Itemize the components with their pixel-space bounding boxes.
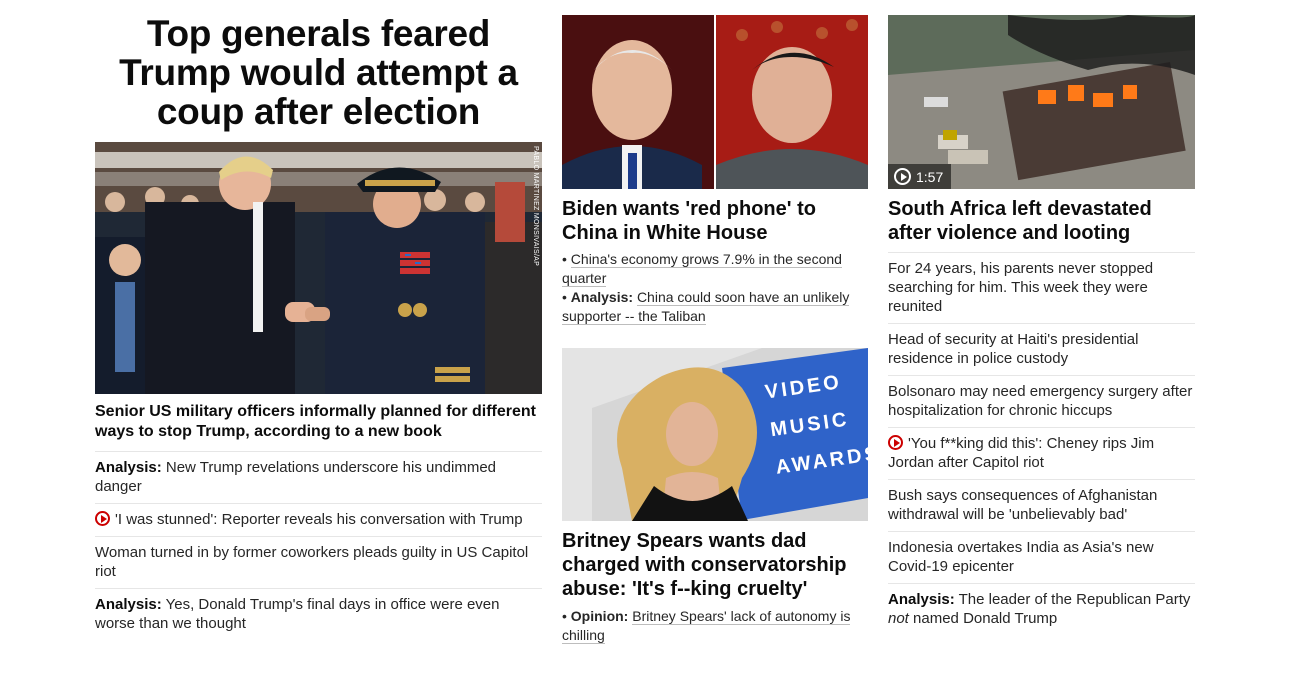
play-video-icon xyxy=(95,511,110,526)
story2-bullets: • Opinion: Britney Spears' lack of auton… xyxy=(562,607,868,645)
warehouse-fire-image xyxy=(888,15,1195,189)
list-item-text: The leader of the Republican Party xyxy=(958,591,1191,608)
list-item[interactable]: For 24 years, his parents never stopped … xyxy=(888,252,1195,323)
list-item-text: Bush says consequences of Afghanistan wi… xyxy=(888,487,1158,523)
biden-xi-image xyxy=(562,15,868,189)
south-africa-headline-link[interactable]: South Africa left devastated after viole… xyxy=(888,197,1195,252)
play-icon xyxy=(894,168,911,185)
analysis-label: Analysis: xyxy=(95,459,162,476)
bullet-link[interactable]: • China's economy grows 7.9% in the seco… xyxy=(562,250,868,288)
related-list: Analysis: New Trump revelations undersco… xyxy=(95,451,542,640)
list-item-text: Woman turned in by former coworkers plea… xyxy=(95,544,529,580)
story2-headline-link[interactable]: Britney Spears wants dad charged with co… xyxy=(562,529,868,601)
list-item[interactable]: Bush says consequences of Afghanistan wi… xyxy=(888,479,1195,531)
right-list: For 24 years, his parents never stopped … xyxy=(888,252,1195,635)
list-item-text: Bolsonaro may need emergency surgery aft… xyxy=(888,383,1193,419)
list-item-text: Indonesia overtakes India as Asia's new … xyxy=(888,539,1154,575)
analysis-label: Analysis: xyxy=(888,591,955,608)
hero-headline-link[interactable]: Top generals feared Trump would attempt … xyxy=(95,13,542,132)
story1-bullets: • China's economy grows 7.9% in the seco… xyxy=(562,250,868,326)
story1-headline-link[interactable]: Biden wants 'red phone' to China in Whit… xyxy=(562,197,868,245)
list-item-text: For 24 years, his parents never stopped … xyxy=(888,260,1154,315)
list-item[interactable]: Analysis: The leader of the Republican P… xyxy=(888,583,1195,635)
opinion-label: Opinion: xyxy=(570,608,629,624)
list-item-text: 'You f**king did this': Cheney rips Jim … xyxy=(888,435,1155,471)
main-story-column: Top generals feared Trump would attempt … xyxy=(95,14,542,640)
play-video-icon xyxy=(888,435,903,450)
bullet-link[interactable]: • Analysis: China could soon have an unl… xyxy=(562,288,868,326)
south-africa-video[interactable]: 1:57 xyxy=(888,15,1195,189)
south-africa-headline: South Africa left devastated after viole… xyxy=(888,198,1152,244)
analysis-label: Analysis: xyxy=(570,289,634,305)
video-duration: 1:57 xyxy=(916,168,944,185)
middle-column: Biden wants 'red phone' to China in Whit… xyxy=(562,14,868,645)
list-item[interactable]: Analysis: New Trump revelations undersco… xyxy=(95,451,542,503)
list-item[interactable]: Woman turned in by former coworkers plea… xyxy=(95,536,542,588)
emphasis-text: not xyxy=(888,610,909,627)
analysis-label: Analysis: xyxy=(95,596,162,613)
list-item[interactable]: 'I was stunned': Reporter reveals his co… xyxy=(95,503,542,536)
list-item[interactable]: Head of security at Haiti's presidential… xyxy=(888,323,1195,375)
right-column: 1:57 South Africa left devastated after … xyxy=(888,14,1195,635)
photo-credit: PABLO MARTINEZ MONSIVAIS/AP xyxy=(532,146,539,267)
hero-headline: Top generals feared Trump would attempt … xyxy=(119,13,518,132)
lead-story-headline: Senior US military officers informally p… xyxy=(95,403,536,440)
biden-headline: Biden wants 'red phone' to China in Whit… xyxy=(562,198,816,244)
bullet-text: China's economy grows 7.9% in the second… xyxy=(562,251,842,287)
list-item-text: 'I was stunned': Reporter reveals his co… xyxy=(115,511,523,528)
biden-xi-photo[interactable] xyxy=(562,15,868,189)
britney-photo[interactable]: VIDEO MUSIC AWARDS xyxy=(562,348,868,521)
lead-story-link[interactable]: Senior US military officers informally p… xyxy=(95,402,542,451)
list-item[interactable]: Bolsonaro may need emergency surgery aft… xyxy=(888,375,1195,427)
video-duration-badge: 1:57 xyxy=(888,164,952,189)
bullet-link[interactable]: • Opinion: Britney Spears' lack of auton… xyxy=(562,607,868,645)
list-item-text: named Donald Trump xyxy=(913,610,1058,627)
hero-photo[interactable]: PABLO MARTINEZ MONSIVAIS/AP xyxy=(95,142,542,394)
list-item[interactable]: Indonesia overtakes India as Asia's new … xyxy=(888,531,1195,583)
vma-sign: VIDEO MUSIC AWARDS xyxy=(763,359,868,487)
list-item-text: Head of security at Haiti's presidential… xyxy=(888,331,1139,367)
britney-headline: Britney Spears wants dad charged with co… xyxy=(562,530,847,600)
list-item[interactable]: Analysis: Yes, Donald Trump's final days… xyxy=(95,588,542,640)
list-item[interactable]: 'You f**king did this': Cheney rips Jim … xyxy=(888,427,1195,479)
trump-milley-handshake-image xyxy=(95,142,542,394)
